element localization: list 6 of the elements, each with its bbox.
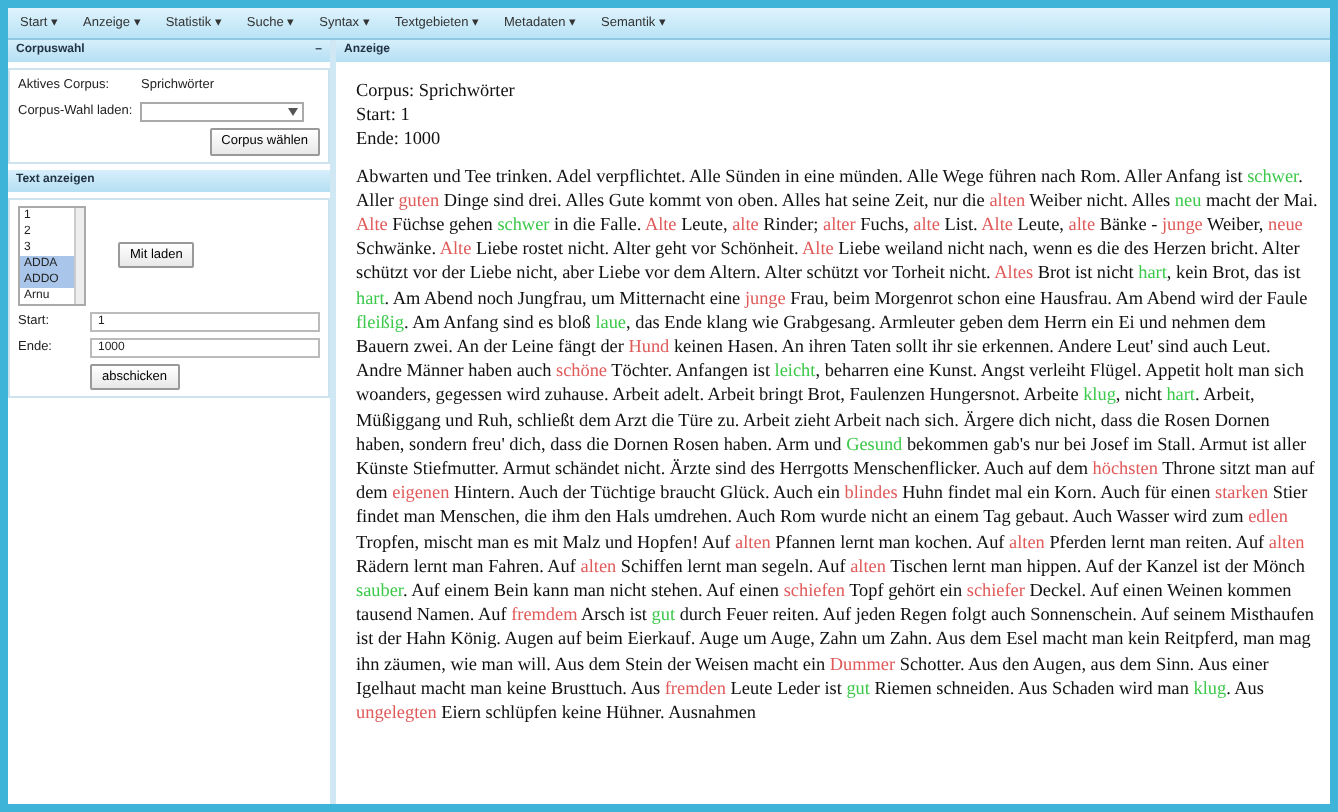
info-line: Corpus: Sprichwörter — [356, 78, 517, 103]
info-line: Ende: 1000 — [356, 126, 443, 152]
corpus-dropdown[interactable] — [140, 101, 305, 122]
text-paragraph: Abwarten und Tee trinken. Adel verpflichtet. Alle Sünden in eine münden. Alle Wege führen nach Rom. Aller Anfang ist schwer. Aller guten Dinge sind drei. Alles Gute kommt von oben. Alles hat seine Zeit, nur die alten Weiber nicht. Alles neu macht der Mai. Alte Füchse gehen schwer in die Falle. Alte Leute, alte Rinder; alter Fuchs, alte List. Alte Leute, alte Bänke - junge Weiber, neue Schwänke. Alte Liebe rostet nicht. Alter geht vor Schönheit. Alte Liebe weiland nicht nach, wenn es die des Herzen bricht. Alter schützt vor der Liebe nicht, aber Liebe vor dem Altern. Alter schützt vor Torheit nicht. Altes Brot ist nicht hart, kein Brot, das ist hart. Am Abend noch Jungfrau, um Mitternacht eine junge Frau, beim Morgenrot schon eine Hausfrau. Am Abend wird der Faule fleißig. Am Anfang sind es bloß laue, das Ende klang wie Grabgesang. Armleuter geben dem Herrn ein Ei und nehmen dem Bauern zwei. An der Leine fängt der Hund keinen Hasen. An ihren Taten sollt ihr sie erkennen. Andere Leut' sind auch Leut. Andre Männer haben auch schöne Töchter. Anfangen ist leicht, beharren eine Kunst. Angst verleiht Flügel. Appetit holt man sich woanders, gegessen wird zuhause. Arbeit adelt. Arbeit bringt Brot, Faulenzen Hungersnot. Arbeite klug, nicht hart. Arbeit, Müßiggang und Ruh, schließt dem Arzt die Türe zu. Arbeit zieht Arbeit nach sich. Ärgere dich nicht, dass die Rosen Dornen haben, sondern freu' dich, dass die Dornen Rosen haben. Arm und Gesund bekommen gab's nur bei Josef im Stall. Armut ist aller Künste Stiefmutter. Armut schändet nicht. Ärzte sind des Herrgotts Menschenflicker. Auch auf dem höchsten Throne sitzt man auf dem eigenen Hintern. Auch der Tüchtige braucht Glück. Auch ein blindes Huhn findet mal ein Korn. Auch für einen starken Stier findet man Menschen, die ihm den Hals umdrehen. Auch Rom wurde nicht an einem Tag gebaut. Auch Wasser wird zum edlen Tropfen, mischt man es mit Malz und Hopfen! Auf alten Pfannen lernt man kochen. Auf alten Pferden lernt man reiten. Auf alten Rädern lernt man Fahren. Auf alten Schiffen lernt man segeln. Auf alten Tischen lernt man hippen. Auf der Kanzel ist der Mönch sauber. Auf einem Bein kann man nicht stehen. Auf einen schiefen Topf gehört ein schiefer Deckel. Auf einen Weinen kommen tausend Namen. Auf fremdem Arsch ist gut durch Feuer reiten. Auf jeden Regen folgt auch Sonnenschein. Auf seinem Misthaufen ist der Hahn König. Augen auf beim Eierkauf. Auge um Auge, Zahn um Zahn. Aus dem Esel macht man kein Reitpferd, man mag ihn zäumen, wie man will. Aus dem Stein der Weisen macht ein Dummer Schotter. Aus den Augen, aus dem Sinn. Aus einer Igelhaut macht man keine Brusttuch. Aus fremden Leute Leder ist gut Riemen schneiden. Aus Schaden wird man klug. Aus ungelegten Eiern schlüpfen keine Hühner. Ausnahmen — [356, 163, 1318, 725]
caret-icon — [288, 107, 299, 116]
info-line: Start: 1 — [356, 102, 412, 127]
